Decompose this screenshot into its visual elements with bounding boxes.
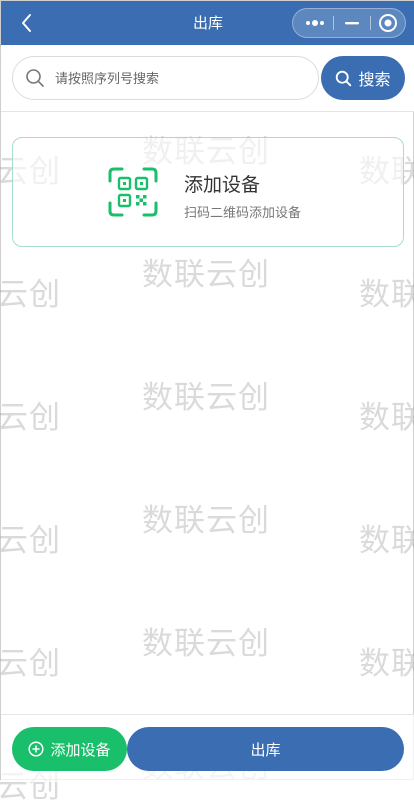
bottom-action-bar: 添加设备 出库 (1, 714, 414, 782)
watermark-text: 数联云创 (142, 626, 270, 662)
watermark-text: 云创 (0, 523, 61, 559)
watermark-text: 云创 (0, 277, 61, 313)
search-button-label: 搜索 (358, 70, 391, 89)
capsule-menu (292, 8, 406, 38)
stock-out-label: 出库 (250, 740, 281, 759)
watermark-text: 数联 (359, 277, 414, 313)
card-title: 添加设备 (184, 174, 261, 196)
watermark-text: 数联 (359, 400, 414, 436)
search-field[interactable] (12, 56, 319, 100)
stock-out-button[interactable]: 出库 (127, 727, 404, 771)
search-icon (26, 69, 44, 87)
watermark-text: 云创 (0, 646, 61, 682)
qr-scan-icon (108, 167, 158, 217)
minimize-button[interactable] (334, 9, 370, 37)
search-icon (336, 70, 352, 86)
watermark-text: 数联 (359, 646, 414, 682)
more-dots-icon (306, 20, 324, 26)
minimize-icon (345, 22, 359, 25)
watermark-text: 云创 (0, 400, 61, 436)
card-subtitle: 扫码二维码添加设备 (184, 206, 302, 221)
add-device-button[interactable]: 添加设备 (12, 727, 127, 771)
scan-add-device-card[interactable]: 添加设备 扫码二维码添加设备 (12, 137, 404, 247)
more-button[interactable] (297, 9, 333, 37)
search-bar: 搜索 (1, 45, 414, 112)
plus-circle-icon (28, 741, 45, 757)
watermark-text: 数联云创 (142, 257, 270, 293)
target-icon (379, 14, 397, 32)
add-device-label: 添加设备 (50, 740, 111, 759)
search-input[interactable] (53, 65, 312, 93)
search-button[interactable]: 搜索 (321, 56, 405, 100)
watermark-text: 数联 (359, 523, 414, 559)
nav-bar: 出库 (1, 1, 414, 45)
close-miniapp-button[interactable] (370, 9, 406, 37)
watermark-text: 数联云创 (142, 380, 270, 416)
watermark-text: 数联云创 (142, 503, 270, 539)
